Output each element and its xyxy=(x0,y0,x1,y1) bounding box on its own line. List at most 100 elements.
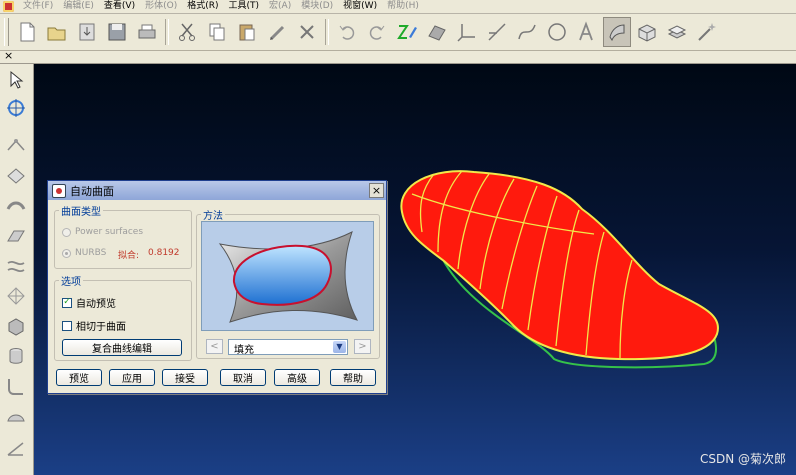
edit-tool[interactable] xyxy=(3,134,29,158)
text-icon xyxy=(579,21,593,41)
surface-tool-button[interactable] xyxy=(603,17,631,47)
paste-button[interactable] xyxy=(233,17,261,47)
shell-tool[interactable] xyxy=(3,404,29,428)
dialog-app-icon xyxy=(52,183,66,198)
new-button[interactable] xyxy=(13,17,41,47)
delete-icon xyxy=(300,25,314,39)
accept-button[interactable]: 接受 xyxy=(162,369,208,386)
method-next-button[interactable]: > xyxy=(354,339,371,354)
method-preview-image xyxy=(201,221,374,331)
cylinder-tool[interactable] xyxy=(3,344,29,368)
zoom-pen-button[interactable] xyxy=(393,17,421,47)
axis-icon xyxy=(457,24,475,42)
dialog-close-button[interactable]: × xyxy=(369,183,384,198)
menu-edit[interactable]: 编辑(E) xyxy=(58,0,99,13)
fillet-icon xyxy=(8,379,23,395)
cylinder-icon xyxy=(9,348,23,364)
surface-tool-icon xyxy=(609,24,625,42)
menu-window[interactable]: 视窗(W) xyxy=(338,0,382,13)
loft-icon xyxy=(7,260,25,273)
measure-tool[interactable] xyxy=(3,436,29,460)
solid-tool[interactable] xyxy=(3,314,29,338)
power-surfaces-radio[interactable]: Power surfaces xyxy=(62,227,143,237)
save-button[interactable] xyxy=(103,17,131,47)
transform-tool[interactable] xyxy=(3,96,29,120)
layers-button[interactable] xyxy=(663,17,691,47)
menu-file[interactable]: 文件(F) xyxy=(18,0,58,13)
print-button[interactable] xyxy=(133,17,161,47)
import-icon xyxy=(79,23,95,41)
surface-type-legend: 曲面类型 xyxy=(61,207,101,218)
open-button[interactable] xyxy=(43,17,71,47)
menu-format[interactable]: 格式(R) xyxy=(182,0,223,13)
mesh-tool[interactable] xyxy=(3,284,29,308)
sweep-tool[interactable] xyxy=(3,194,29,218)
copy-button[interactable] xyxy=(203,17,231,47)
help-button[interactable]: 帮助 xyxy=(330,369,376,386)
text-button[interactable] xyxy=(573,17,601,47)
line-icon xyxy=(488,23,506,41)
preview-button[interactable]: 预览 xyxy=(56,369,102,386)
plane-icon xyxy=(7,168,25,184)
menu-tools[interactable]: 工具(T) xyxy=(224,0,265,13)
magic-button[interactable] xyxy=(693,17,721,47)
nurbs-radio[interactable]: NURBS xyxy=(62,248,106,258)
measure-icon xyxy=(7,442,24,456)
cut-button[interactable] xyxy=(173,17,201,47)
circle-button[interactable] xyxy=(543,17,571,47)
edit-points-icon xyxy=(7,139,25,151)
axis-button[interactable] xyxy=(453,17,481,47)
import-button[interactable] xyxy=(73,17,101,47)
fillet-tool[interactable] xyxy=(3,374,29,398)
undo-icon xyxy=(339,25,355,40)
menu-help[interactable]: 帮助(H) xyxy=(382,0,424,13)
advanced-button[interactable]: 高级 xyxy=(274,369,320,386)
menu-macro[interactable]: 宏(A) xyxy=(264,0,296,13)
plane-tool[interactable] xyxy=(3,164,29,188)
clear-button[interactable] xyxy=(263,17,291,47)
apply-button[interactable]: 应用 xyxy=(109,369,155,386)
clear-icon xyxy=(269,25,285,41)
delete-button[interactable] xyxy=(293,17,321,47)
layers-icon xyxy=(667,25,687,39)
menu-bar: 文件(F) 编辑(E) 查看(V) 形体(O) 格式(R) 工具(T) 宏(A)… xyxy=(0,0,796,14)
cut-icon xyxy=(179,23,195,41)
curve-button[interactable] xyxy=(513,17,541,47)
loft-tool[interactable] xyxy=(3,254,29,278)
redo-icon xyxy=(369,25,385,40)
select-tool[interactable] xyxy=(3,68,29,92)
transform-icon xyxy=(7,99,25,117)
auto-preview-label: 自动预览 xyxy=(76,299,116,310)
redo-button[interactable] xyxy=(363,17,391,47)
tangent-checkbox[interactable]: 相切于曲面 xyxy=(62,318,126,333)
paste-icon xyxy=(239,24,255,41)
menu-object[interactable]: 形体(O) xyxy=(140,0,182,13)
surface-button[interactable] xyxy=(423,17,451,47)
extrude-tool[interactable] xyxy=(3,224,29,248)
checkbox-unchecked-icon xyxy=(62,320,72,331)
curve-icon xyxy=(518,24,536,40)
circle-icon xyxy=(548,23,566,41)
menu-view[interactable]: 查看(V) xyxy=(99,0,140,13)
solid-icon xyxy=(8,318,24,336)
box-icon xyxy=(638,24,656,42)
composite-curve-edit-button[interactable]: 复合曲线编辑 xyxy=(62,339,182,356)
toolbar-grip[interactable] xyxy=(4,18,9,46)
chevron-down-icon[interactable]: ▼ xyxy=(333,341,346,353)
line-button[interactable] xyxy=(483,17,511,47)
save-icon xyxy=(108,23,126,41)
cancel-button[interactable]: 取消 xyxy=(220,369,266,386)
method-legend: 方法 xyxy=(203,211,223,222)
strip-close-icon[interactable]: × xyxy=(4,49,13,62)
zoom-pen-icon xyxy=(397,25,417,39)
mesh-icon xyxy=(7,287,25,305)
box-button[interactable] xyxy=(633,17,661,47)
auto-preview-checkbox[interactable]: ✓ 自动预览 xyxy=(62,295,116,310)
radio-indicator xyxy=(62,227,71,237)
menu-module[interactable]: 模块(D) xyxy=(296,0,338,13)
method-select[interactable]: 填充 ▼ xyxy=(228,339,348,356)
undo-button[interactable] xyxy=(333,17,361,47)
tool-palette xyxy=(0,64,34,475)
method-prev-button[interactable]: < xyxy=(206,339,223,354)
dialog-titlebar[interactable]: 自动曲面 × xyxy=(48,181,386,200)
